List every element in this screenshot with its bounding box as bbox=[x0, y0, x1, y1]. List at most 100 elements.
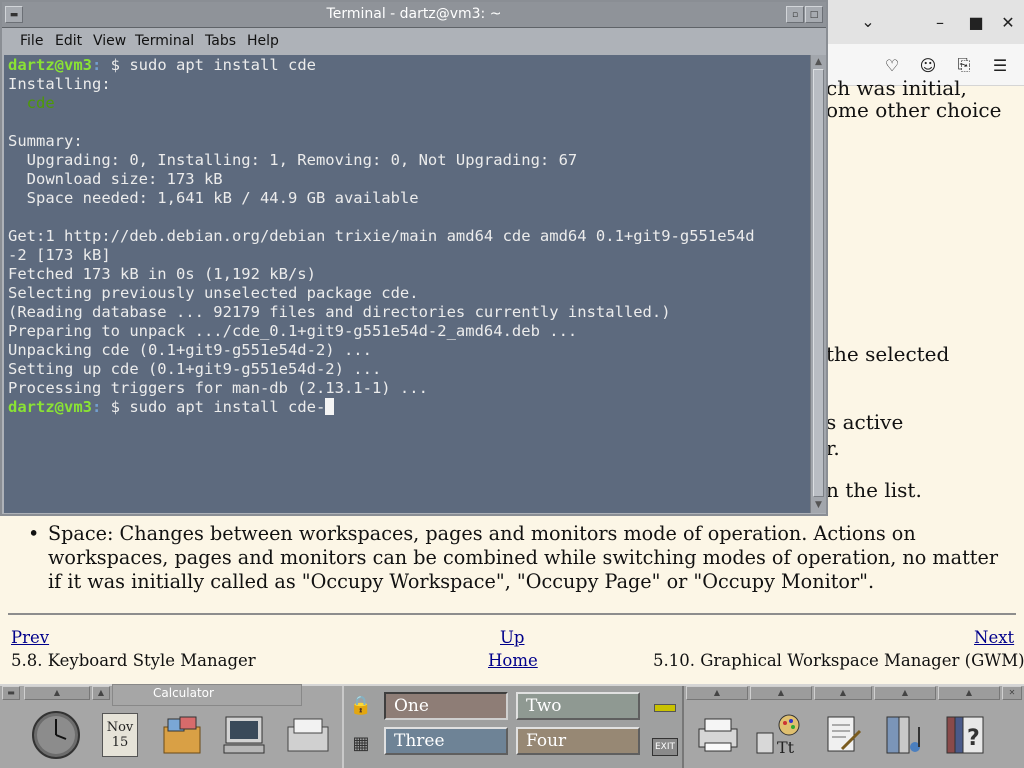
home-link[interactable]: Home bbox=[488, 650, 538, 672]
terminal-line: Summary: bbox=[8, 132, 83, 150]
menu-terminal[interactable]: Terminal bbox=[135, 33, 194, 49]
subpanel-arrow[interactable]: ▲ bbox=[874, 686, 936, 700]
scroll-up-icon[interactable]: ▲ bbox=[812, 56, 825, 68]
workspace-button-three[interactable]: Three bbox=[384, 727, 508, 755]
text-editor-icon[interactable] bbox=[814, 706, 870, 764]
hamburger-menu-icon[interactable]: ☰ bbox=[988, 53, 1012, 77]
terminal-line: Upgrading: 0, Installing: 1, Removing: 0… bbox=[8, 151, 578, 169]
scroll-down-icon[interactable]: ▼ bbox=[812, 499, 825, 511]
next-link[interactable]: Next bbox=[974, 627, 1014, 649]
exit-label: EXIT bbox=[654, 742, 675, 752]
menu-tabs[interactable]: Tabs bbox=[205, 33, 236, 49]
extensions-icon[interactable]: ⎘ bbox=[952, 53, 976, 77]
close-icon[interactable]: ✕ bbox=[996, 10, 1020, 34]
lock-icon[interactable]: 🔒 bbox=[346, 690, 376, 720]
terminal-icon[interactable] bbox=[216, 706, 272, 764]
divider bbox=[8, 613, 1016, 615]
subpanel-arrow[interactable]: ▲ bbox=[92, 686, 110, 700]
subpanel-arrow[interactable]: ▲ bbox=[814, 686, 872, 700]
calculator-label: Calculator bbox=[153, 686, 214, 700]
terminal-line: cde bbox=[8, 94, 55, 112]
prompt-path: : bbox=[92, 56, 102, 74]
terminal-line: Download size: 173 kB bbox=[8, 170, 223, 188]
terminal-line: Space needed: 1,641 kB / 44.9 GB availab… bbox=[8, 189, 419, 207]
menu-edit[interactable]: Edit bbox=[55, 33, 82, 49]
next-title: 5.10. Graphical Workspace Manager (GWM) bbox=[653, 651, 1024, 670]
terminal-line: (Reading database ... 92179 files and di… bbox=[8, 303, 671, 321]
subpanel-arrow[interactable]: ▲ bbox=[938, 686, 1000, 700]
cde-front-panel: ▬ ▲ ▲ Calculator Nov 15 🔒 ▦ One Two Thre… bbox=[0, 684, 1024, 768]
file-manager-icon[interactable] bbox=[154, 706, 210, 764]
calendar-icon[interactable]: Nov 15 bbox=[92, 706, 148, 764]
pocket-icon[interactable]: ♡ bbox=[880, 53, 904, 77]
chevron-down-icon[interactable]: ⌄ bbox=[856, 9, 880, 33]
window-menu-icon[interactable]: ▬ bbox=[5, 6, 23, 23]
style-manager-icon[interactable]: Tt bbox=[750, 706, 806, 764]
panel-minimize-handle[interactable]: ✕ bbox=[1002, 686, 1022, 700]
up-link[interactable]: Up bbox=[500, 627, 524, 649]
maximize-icon[interactable]: ■ bbox=[964, 10, 988, 34]
terminal-titlebar[interactable]: ▬ Terminal - dartz@vm3: ~ ▫ □ bbox=[2, 2, 826, 28]
clock-icon[interactable] bbox=[28, 706, 84, 764]
minimize-icon[interactable]: – bbox=[928, 10, 952, 34]
terminal-line: Processing triggers for man-db (2.13.1-1… bbox=[8, 379, 428, 397]
space-description: Space: Changes between workspaces, pages… bbox=[48, 522, 999, 593]
menu-file[interactable]: File bbox=[20, 33, 43, 49]
subpanel-arrow[interactable]: ▲ bbox=[24, 686, 90, 700]
text-cursor bbox=[325, 398, 335, 415]
menu-help[interactable]: Help bbox=[247, 33, 279, 49]
terminal-line: Get:1 http://deb.debian.org/debian trixi… bbox=[8, 227, 755, 245]
subpanel-arrow[interactable]: ▲ bbox=[686, 686, 748, 700]
prompt-symbol: $ bbox=[101, 56, 130, 74]
doc-text-fragment: r. bbox=[826, 436, 840, 460]
printer-icon[interactable] bbox=[690, 706, 746, 764]
terminal-line: Fetched 173 kB in 0s (1,192 kB/s) bbox=[8, 265, 316, 283]
calculator-item[interactable]: Calculator bbox=[112, 684, 302, 706]
terminal-line: Installing: bbox=[8, 75, 111, 93]
doc-text-fragment: s active bbox=[826, 410, 904, 434]
prompt-user: dartz@vm3 bbox=[8, 56, 92, 74]
doc-text-fragment: ome other choice bbox=[826, 98, 1002, 122]
app-manager-icon[interactable] bbox=[876, 706, 932, 764]
terminal-line: Setting up cde (0.1+git9-g551e54d-2) ... bbox=[8, 360, 382, 378]
terminal-line: Selecting previously unselected package … bbox=[8, 284, 419, 302]
terminal-line: dartz@vm3: $ sudo apt install cde- bbox=[8, 398, 335, 417]
calendar-month: Nov bbox=[106, 720, 134, 735]
mailer-icon[interactable] bbox=[280, 706, 336, 764]
prev-link[interactable]: Prev bbox=[11, 627, 49, 649]
scroll-thumb[interactable] bbox=[813, 69, 824, 497]
subpanel-arrow[interactable]: ▲ bbox=[750, 686, 812, 700]
screen-icon[interactable]: ▦ bbox=[346, 728, 376, 758]
help-icon[interactable]: ? bbox=[938, 706, 994, 764]
workspace-switch: 🔒 ▦ One Two Three Four EXIT bbox=[342, 686, 684, 768]
terminal-window[interactable]: ▬ Terminal - dartz@vm3: ~ ▫ □ File Edit … bbox=[0, 0, 828, 516]
calendar-day: 15 bbox=[111, 735, 129, 750]
workspace-button-four[interactable]: Four bbox=[516, 727, 640, 755]
command-input[interactable]: sudo apt install cde- bbox=[129, 398, 325, 416]
terminal-menubar: File Edit View Terminal Tabs Help bbox=[2, 28, 826, 55]
terminal-scrollbar[interactable]: ▲ ▼ bbox=[810, 55, 826, 513]
prompt-symbol: $ bbox=[101, 398, 130, 416]
doc-text-fragment: ch was initial, bbox=[826, 76, 967, 100]
maximize-icon[interactable]: □ bbox=[805, 6, 823, 23]
terminal-line: Preparing to unpack .../cde_0.1+git9-g55… bbox=[8, 322, 578, 340]
doc-text-fragment: n the list. bbox=[826, 478, 922, 502]
account-icon[interactable]: ☺ bbox=[916, 53, 940, 77]
terminal-line: -2 [173 kB] bbox=[8, 246, 111, 264]
bullet-icon: • bbox=[28, 522, 40, 545]
command-text: sudo apt install cde bbox=[129, 56, 316, 74]
panel-menu-handle[interactable]: ▬ bbox=[2, 686, 20, 700]
prompt-user: dartz@vm3 bbox=[8, 398, 92, 416]
minimize-icon[interactable]: ▫ bbox=[786, 6, 804, 23]
workspace-button-two[interactable]: Two bbox=[516, 692, 640, 720]
workspace-button-one[interactable]: One bbox=[384, 692, 508, 720]
menu-view[interactable]: View bbox=[93, 33, 126, 49]
svg-text:Tt: Tt bbox=[777, 738, 795, 757]
prompt-path: : bbox=[92, 398, 102, 416]
terminal-output[interactable]: dartz@vm3: $ sudo apt install cde Instal… bbox=[4, 55, 810, 513]
prev-title: 5.8. Keyboard Style Manager bbox=[11, 651, 256, 670]
exit-icon[interactable]: EXIT bbox=[652, 738, 678, 756]
terminal-line: dartz@vm3: $ sudo apt install cde bbox=[8, 56, 316, 75]
terminal-title: Terminal - dartz@vm3: ~ bbox=[326, 6, 502, 22]
browser-titlebar: ⌄ – ■ ✕ bbox=[826, 0, 1024, 44]
